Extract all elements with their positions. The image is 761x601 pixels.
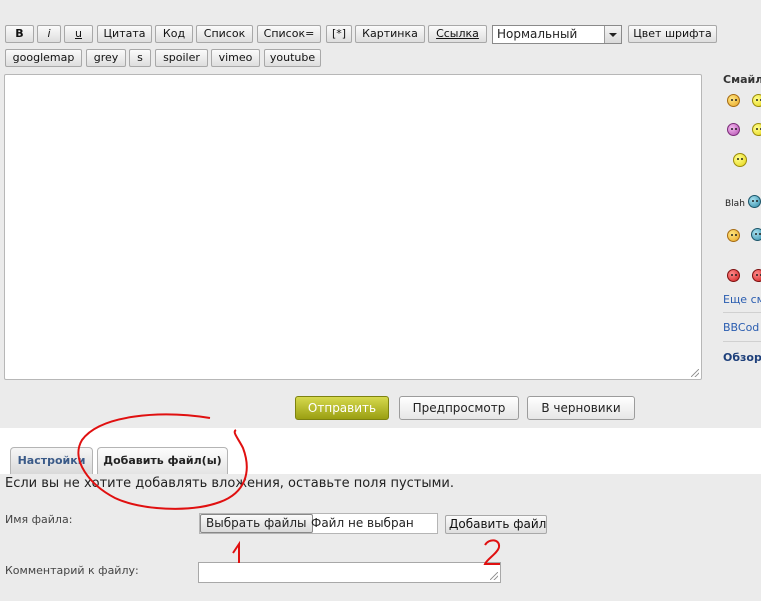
annotation-number-2: 2	[0, 0, 1, 1]
annotation-circle	[77, 413, 248, 510]
annotation-number-2-shape	[483, 539, 501, 565]
annotation-number-1-shape	[232, 540, 240, 563]
red-annotation-layer: 1 2	[0, 0, 501, 565]
annotation-number-1: 1	[0, 0, 1, 1]
